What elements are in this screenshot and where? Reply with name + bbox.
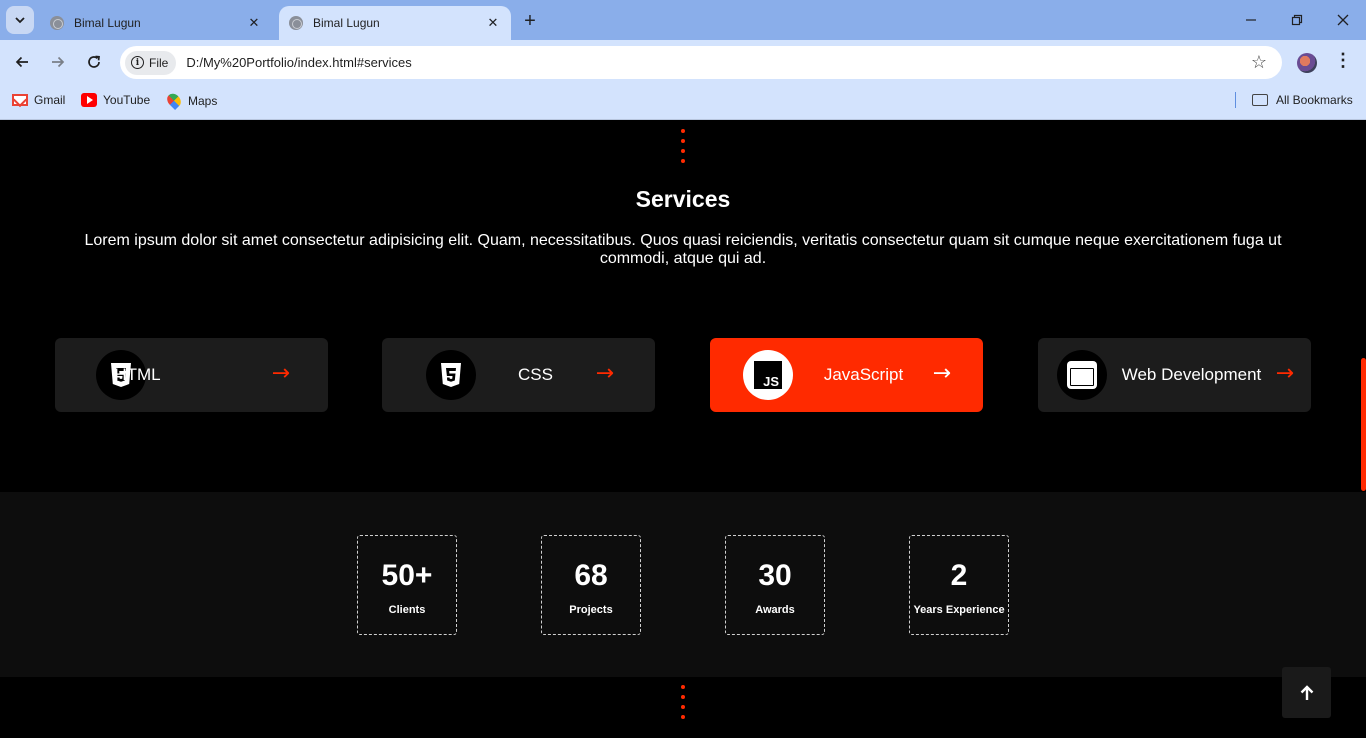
forward-arrow-icon[interactable] [44, 48, 72, 76]
stat-value: 2 [950, 559, 968, 592]
reload-icon[interactable] [80, 48, 108, 76]
service-card-css[interactable]: CSS → [382, 338, 655, 412]
stat-projects: 68 Projects [541, 535, 641, 635]
site-info-chip[interactable]: i File [125, 50, 177, 75]
arrow-right-icon: → [1275, 361, 1294, 386]
service-card-web-development[interactable]: Web Development → [1038, 338, 1311, 412]
chevron-down-icon [15, 17, 25, 24]
arrow-right-icon: → [595, 361, 614, 386]
close-window-icon[interactable] [1320, 0, 1366, 40]
back-arrow-icon[interactable] [8, 48, 36, 76]
service-label: CSS [518, 365, 553, 384]
restore-icon[interactable] [1274, 0, 1320, 40]
plus-icon[interactable]: + [518, 9, 542, 33]
globe-icon [50, 16, 64, 30]
browser-toolbar: i File D:/My%20Portfolio/index.html#serv… [0, 40, 1366, 85]
stat-caption: Awards [755, 604, 795, 616]
stat-awards: 30 Awards [725, 535, 825, 635]
minimize-icon[interactable] [1228, 0, 1274, 40]
bookmarks-divider [1235, 92, 1236, 108]
all-bookmarks-button[interactable]: All Bookmarks [1252, 93, 1353, 107]
bookmark-label: YouTube [103, 93, 151, 107]
tab-title: Bimal Lugun [313, 16, 380, 30]
service-card-javascript[interactable]: JS JavaScript → [710, 338, 983, 412]
profile-avatar[interactable] [1297, 53, 1317, 73]
tab-strip: Bimal Lugun ✕ Bimal Lugun ✕ + [0, 0, 1366, 40]
tab-search-button[interactable] [6, 6, 34, 34]
stat-value: 68 [574, 559, 608, 592]
stat-value: 50+ [381, 559, 433, 592]
stat-clients: 50+ Clients [357, 535, 457, 635]
services-heading: Services [635, 186, 731, 212]
bookmark-youtube[interactable]: YouTube [81, 93, 150, 107]
url-text[interactable]: D:/My%20Portfolio/index.html#services [186, 55, 1244, 70]
service-label: JavaScript [823, 365, 904, 384]
browser-tab-active[interactable]: Bimal Lugun ✕ [279, 6, 511, 40]
youtube-icon [81, 93, 97, 107]
globe-icon [289, 16, 303, 30]
section-divider-dots [681, 129, 686, 163]
stat-years-experience: 2 Years Experience [909, 535, 1009, 635]
more-options-icon[interactable]: ⋮ [1333, 50, 1353, 74]
service-card-html[interactable]: HTML → [55, 338, 328, 412]
info-icon: i [131, 56, 144, 69]
stat-caption: Years Experience [913, 604, 1005, 616]
maps-icon [164, 90, 184, 111]
bookmark-label: Gmail [34, 93, 66, 107]
bookmarks-bar: Gmail YouTube Maps All Bookmarks [0, 85, 1366, 120]
bookmark-label: Maps [188, 93, 218, 108]
gmail-icon [12, 94, 28, 106]
stat-caption: Clients [388, 604, 426, 616]
arrow-up-icon [1300, 684, 1313, 700]
close-icon[interactable]: ✕ [485, 15, 501, 31]
tab-title: Bimal Lugun [74, 16, 141, 30]
back-to-top-button[interactable] [1282, 667, 1331, 718]
stats-section: 50+ Clients 68 Projects 30 Awards 2 Year… [0, 492, 1366, 677]
arrow-right-icon: → [932, 361, 951, 386]
bookmark-gmail[interactable]: Gmail [12, 93, 65, 107]
address-bar[interactable]: i File D:/My%20Portfolio/index.html#serv… [120, 46, 1282, 79]
all-bookmarks-label: All Bookmarks [1276, 93, 1353, 107]
stat-value: 30 [758, 559, 792, 592]
arrow-right-icon: → [271, 361, 290, 386]
scheme-label: File [149, 55, 169, 70]
star-icon[interactable]: ☆ [1244, 52, 1274, 73]
service-label: HTML [114, 365, 161, 384]
browser-tab[interactable]: Bimal Lugun ✕ [40, 6, 272, 40]
scrollbar-thumb[interactable] [1361, 358, 1366, 491]
services-description: Lorem ipsum dolor sit amet consectetur a… [84, 232, 1282, 267]
folder-icon [1252, 94, 1268, 106]
close-icon[interactable]: ✕ [246, 15, 262, 31]
bookmark-maps[interactable]: Maps [164, 90, 218, 111]
section-divider-dots [681, 685, 686, 719]
page-viewport[interactable]: Services Lorem ipsum dolor sit amet cons… [0, 121, 1366, 738]
stat-caption: Projects [569, 604, 613, 616]
